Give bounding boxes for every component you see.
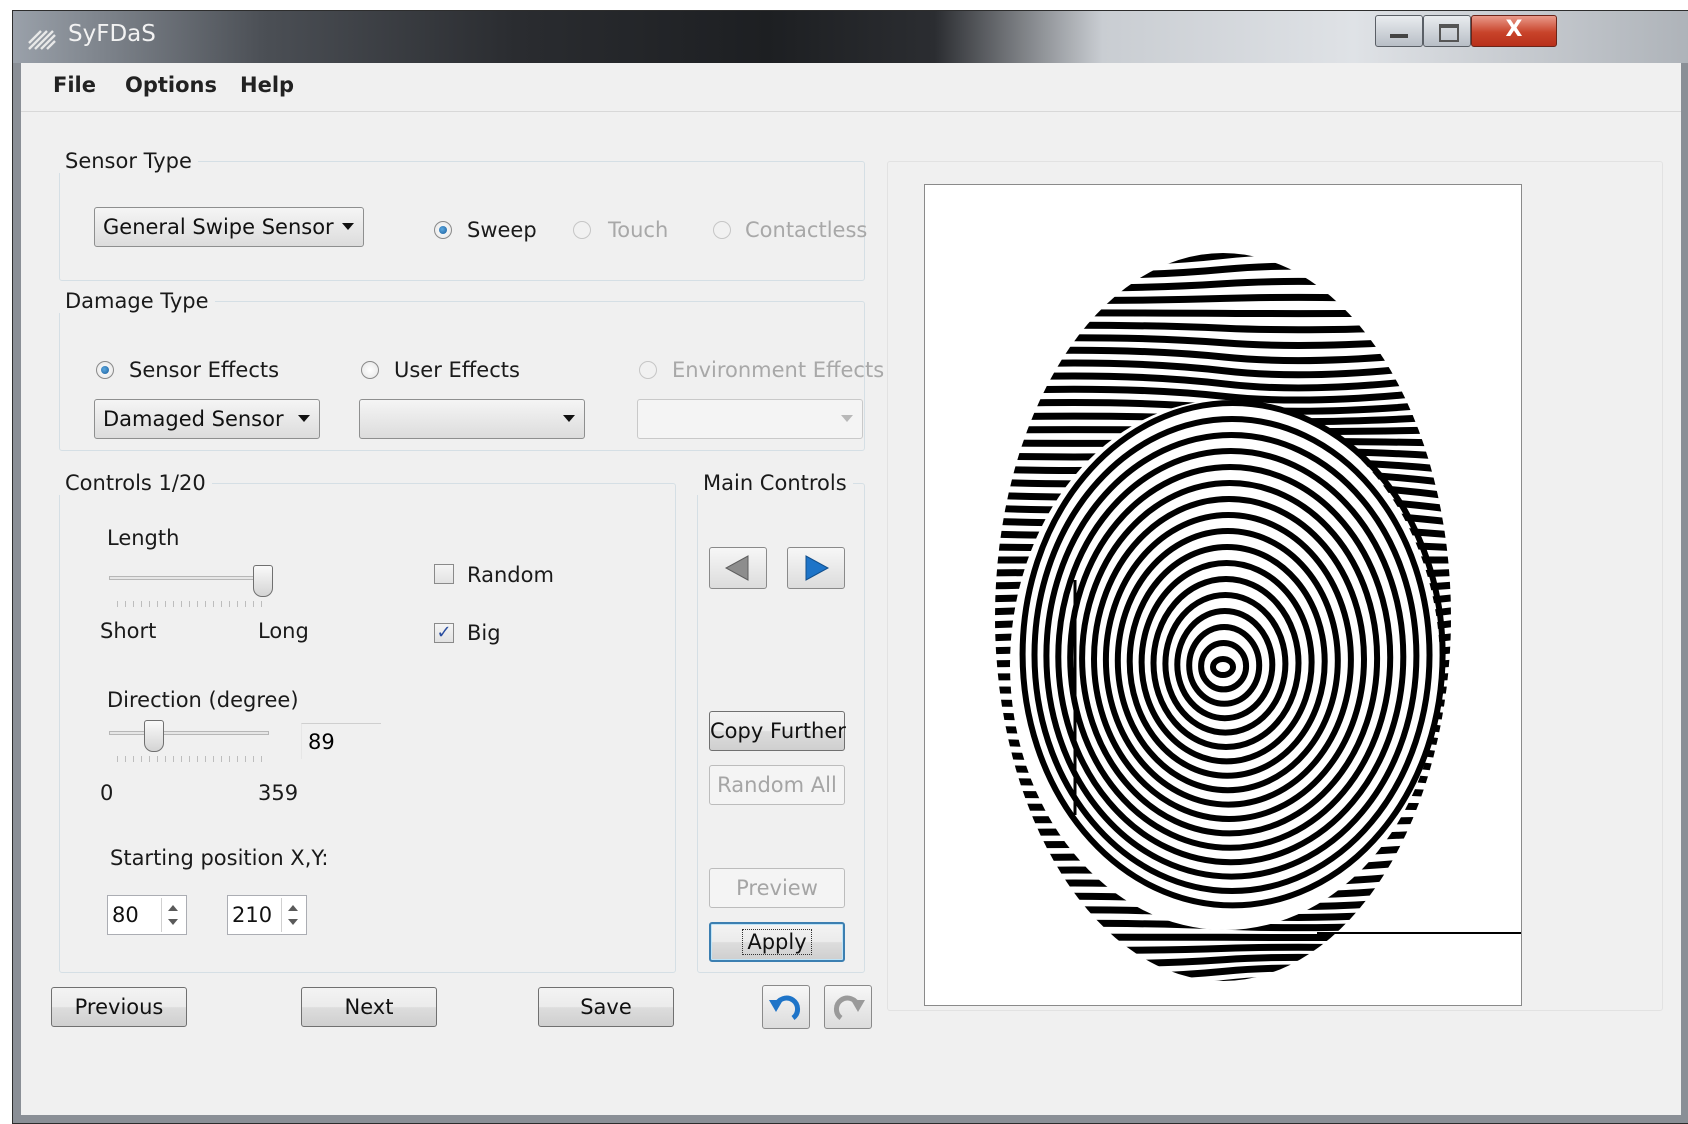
minimize-button[interactable]: [1375, 15, 1423, 47]
length-slider-thumb[interactable]: [253, 565, 273, 597]
environment-effects-combo: [637, 399, 863, 439]
length-slider-ticks: [117, 601, 265, 607]
start-x-stepper[interactable]: 80: [107, 895, 187, 935]
damage-type-title: Damage Type: [59, 289, 215, 313]
length-slider-track[interactable]: [109, 576, 265, 580]
checkmark-icon: ✓: [436, 622, 452, 643]
spinner-icon[interactable]: [161, 898, 184, 932]
redo-icon: [833, 995, 865, 1021]
sensor-effects-combo-value: Damaged Sensor: [103, 407, 284, 431]
minimize-icon: [1390, 34, 1408, 38]
random-all-button: Random All: [709, 765, 845, 805]
undo-icon: [769, 995, 801, 1021]
maximize-button[interactable]: [1423, 15, 1471, 47]
direction-max-label: 359: [258, 781, 299, 805]
length-label: Length: [107, 526, 180, 550]
save-button[interactable]: Save: [538, 987, 674, 1027]
copy-further-button[interactable]: Copy Further: [709, 711, 846, 751]
arrow-left-icon: [724, 555, 749, 581]
user-effects-combo[interactable]: [359, 399, 585, 439]
close-icon: X: [1505, 17, 1523, 42]
arrow-right-icon: [805, 555, 830, 581]
menu-file[interactable]: File: [53, 73, 96, 97]
start-x-value: 80: [112, 903, 139, 927]
title-bar[interactable]: SyFDaS X: [13, 11, 1688, 63]
direction-slider-thumb[interactable]: [144, 720, 164, 752]
redo-button[interactable]: [824, 985, 872, 1029]
big-label[interactable]: Big: [467, 621, 501, 645]
next-step-button[interactable]: [787, 547, 845, 589]
radio-sweep-label[interactable]: Sweep: [467, 218, 537, 242]
direction-label: Direction (degree): [107, 688, 299, 712]
radio-environment-effects: [639, 361, 657, 379]
radio-environment-effects-label: Environment Effects: [672, 358, 885, 382]
maximize-icon: [1439, 24, 1459, 42]
previous-step-button[interactable]: [709, 547, 767, 589]
menu-help[interactable]: Help: [240, 73, 294, 97]
radio-contactless-label: Contactless: [745, 218, 868, 242]
next-button[interactable]: Next: [301, 987, 437, 1027]
chevron-down-icon: [342, 223, 354, 230]
length-max-label: Long: [258, 619, 309, 643]
chevron-down-icon: [298, 415, 310, 422]
big-checkbox[interactable]: ✓: [434, 623, 454, 643]
sensor-type-title: Sensor Type: [59, 149, 198, 173]
radio-user-effects[interactable]: [361, 361, 379, 379]
fingerprint-image: [995, 253, 1521, 981]
close-button[interactable]: X: [1471, 15, 1557, 47]
random-checkbox[interactable]: [434, 564, 454, 584]
length-min-label: Short: [100, 619, 157, 643]
chevron-down-icon: [841, 415, 853, 422]
main-controls-title: Main Controls: [697, 471, 853, 495]
chevron-down-icon: [563, 415, 575, 422]
apply-button-label: Apply: [742, 929, 812, 955]
direction-value-field[interactable]: 89: [301, 723, 381, 759]
sensor-type-combo[interactable]: General Swipe Sensor: [94, 207, 364, 247]
fingerprint-preview: [924, 184, 1522, 1006]
apply-button[interactable]: Apply: [709, 922, 845, 962]
start-y-value: 210: [232, 903, 273, 927]
direction-slider-track[interactable]: [109, 731, 269, 735]
radio-sensor-effects[interactable]: [96, 361, 114, 379]
sensor-type-combo-value: General Swipe Sensor: [103, 215, 334, 239]
undo-button[interactable]: [762, 985, 810, 1029]
radio-touch-label: Touch: [608, 218, 669, 242]
client-area: File Options Help Sensor Type General Sw…: [21, 63, 1681, 1115]
radio-sweep[interactable]: [434, 221, 452, 239]
sensor-effects-combo[interactable]: Damaged Sensor: [94, 399, 320, 439]
start-y-stepper[interactable]: 210: [227, 895, 307, 935]
starting-position-label: Starting position X,Y:: [110, 846, 329, 870]
app-window: SyFDaS X File Options Help Sensor Type G…: [12, 10, 1688, 1124]
direction-slider-ticks: [117, 756, 269, 762]
radio-contactless: [713, 221, 731, 239]
radio-touch: [573, 221, 591, 239]
fingerprint-app-icon: [28, 30, 56, 50]
random-label[interactable]: Random: [467, 563, 554, 587]
spinner-icon[interactable]: [281, 898, 304, 932]
menu-bar: File Options Help: [21, 63, 1681, 112]
window-title: SyFDaS: [68, 21, 156, 47]
radio-sensor-effects-label[interactable]: Sensor Effects: [129, 358, 279, 382]
radio-user-effects-label[interactable]: User Effects: [394, 358, 520, 382]
controls-title: Controls 1/20: [59, 471, 212, 495]
previous-button[interactable]: Previous: [51, 987, 187, 1027]
preview-button: Preview: [709, 868, 845, 908]
direction-value: 89: [308, 730, 335, 754]
direction-min-label: 0: [100, 781, 114, 805]
menu-options[interactable]: Options: [125, 73, 217, 97]
